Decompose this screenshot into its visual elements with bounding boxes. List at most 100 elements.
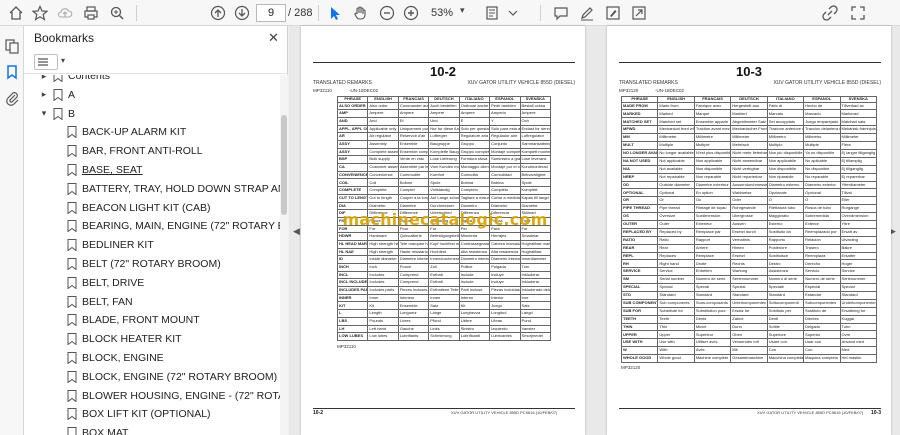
table-cell: Matched set (657, 117, 695, 127)
bookmark-item[interactable]: BASE, SEAT (24, 161, 280, 179)
bookmark-item[interactable]: BELT, FAN (24, 293, 280, 311)
edit-text-icon[interactable] (603, 3, 623, 23)
table-cell: TEETH (620, 314, 659, 324)
bookmark-item[interactable]: BEDLINER KIT (24, 236, 280, 254)
bookmark-item[interactable]: BOX LIFT KIT (OPTIONAL) (24, 405, 280, 423)
bookmark-star-icon[interactable] (30, 3, 50, 23)
bookmarks-panel-icon[interactable] (2, 62, 22, 82)
table-cell: Satz (428, 301, 460, 311)
bookmark-options-button[interactable] (34, 54, 58, 70)
table-cell: Ratio (657, 235, 695, 245)
expand-icon[interactable] (848, 3, 868, 23)
zoom-level-field[interactable]: 53% (431, 4, 453, 22)
table-cell: Markiert (730, 109, 768, 119)
hand-icon[interactable] (350, 3, 370, 23)
header-rule (619, 62, 881, 63)
table-cell: High strength head marked (367, 239, 399, 249)
table-cell: Ampere (458, 109, 491, 118)
bookmark-item[interactable]: ▸ A (24, 86, 280, 104)
table-row: ALSO ORDERAlso orderCommander aussiAuch … (336, 101, 552, 111)
bookmark-label: B (68, 107, 76, 120)
table-cell: STD (620, 290, 659, 300)
table-row: OS Oversize Surdimension Ubergrosse Maggiora… (620, 212, 878, 221)
table-cell: Juego (489, 301, 521, 311)
table-row: CUT TO LENGTHCut to lengthCouper a la lo… (336, 193, 552, 203)
chevron-down-icon[interactable]: ▾ (460, 5, 465, 16)
table-cell: Usare con (766, 338, 805, 348)
page-up-icon[interactable] (208, 3, 228, 23)
pen-icon[interactable] (577, 3, 597, 23)
table-cell: No aplicable (803, 156, 841, 166)
table-cell: Millimeter (730, 133, 768, 143)
bookmark-label: BAR, FRONT ANTI-ROLL (82, 145, 203, 158)
table-row: OPTIONAL Optional En option Wahlweise Opzion… (620, 188, 878, 198)
table-cell: Smorjmedel (519, 332, 552, 341)
bookmark-item[interactable]: BEARING, MAIN, ENGINE (72" ROTARY BROOM) (24, 217, 280, 235)
bookmark-item[interactable]: BATTERY, TRAY, HOLD DOWN STRAP AND - CAB… (24, 180, 280, 198)
bookmark-item[interactable]: ▸ Contents (24, 75, 280, 85)
bookmark-item[interactable]: ▾ B (24, 105, 280, 123)
table-row: OR Or Ou Oder O O Eller (620, 196, 878, 206)
upload-icon[interactable] (55, 3, 75, 23)
table-cell: Right hand (657, 259, 695, 269)
table-cell: Entretien (693, 267, 732, 277)
select-cursor-icon[interactable] (325, 3, 345, 23)
table-cell: Completo (458, 186, 491, 195)
table-cell: Ensemble (397, 140, 430, 149)
table-cell: Outer (657, 219, 695, 229)
bookmark-item[interactable]: BLOCK HEATER KIT (24, 330, 280, 348)
table-row: LOW LUBES Low lubes Lubrifiants Schmierung L… (336, 332, 552, 341)
page-thumbnails-icon[interactable] (2, 36, 22, 56)
page-down-icon[interactable] (232, 3, 252, 23)
table-cell: Oversize (657, 212, 695, 221)
table-cell: Solo para esta aplicacion (489, 124, 521, 134)
link-icon[interactable] (820, 3, 840, 23)
table-row: USE WITH Use with Utiliser avec Verwenden m… (620, 338, 878, 348)
scrollbar-thumb[interactable] (281, 115, 287, 215)
chevron-down-icon[interactable]: ▾ (61, 56, 65, 65)
figure-code-suffix: -UN-18DEC02 (349, 88, 379, 93)
document-viewport[interactable]: ◀ ▶ 10-2 TRANSLATED REMARKS XUV GATOR UTIL… (289, 26, 900, 435)
share-icon[interactable] (629, 3, 649, 23)
table-cell: Applicable only (367, 124, 399, 134)
bookmark-item[interactable]: BELT, DRIVE (24, 274, 280, 292)
attachments-icon[interactable] (2, 88, 22, 108)
page-fit-icon[interactable] (482, 3, 502, 23)
table-cell: Length (367, 309, 399, 318)
table-cell: Low lubes (367, 332, 399, 341)
bookmark-item[interactable]: BLOWER HOUSING, ENGINE - (72" ROTARY BRO… (24, 387, 280, 405)
table-cell: Innen (428, 293, 460, 303)
print-icon[interactable] (81, 3, 101, 23)
chevron-right-icon[interactable]: ▸ (38, 75, 50, 82)
table-cell: Ej reparerbar (839, 172, 878, 182)
table-cell: Pounds (367, 316, 399, 326)
table-row: INNER Inner Interieur Innen Interno Interior I… (336, 293, 552, 303)
table-cell: Or (657, 196, 695, 206)
table-cell: Includes (367, 270, 399, 280)
bookmark-item[interactable]: BLOCK, ENGINE (24, 349, 280, 367)
table-cell: Remplace par (693, 227, 732, 237)
comment-icon[interactable] (551, 3, 571, 23)
bookmark-item[interactable]: BLOCK, ENGINE (72" ROTARY BROOM) (24, 368, 280, 386)
bookmark-item[interactable]: BOX MAT (24, 424, 280, 435)
bookmark-item[interactable]: BEACON LIGHT KIT (CAB) (24, 199, 280, 217)
page-number-input[interactable]: 9 (256, 4, 286, 22)
zoom-out-icon[interactable] (377, 3, 397, 23)
home-icon[interactable] (6, 3, 26, 23)
bookmarks-scrollbar[interactable] (280, 75, 288, 435)
chevron-right-icon[interactable]: ▸ (38, 89, 50, 100)
table-cell: Replaced by (657, 227, 695, 237)
table-cell: Longueur (397, 309, 430, 318)
table-row: MATCHED SET Matched set Ensemble apparie Ab… (620, 117, 878, 127)
table-cell: Mechanischer Frontantrieb (730, 125, 768, 135)
bookmark-item[interactable]: BACK-UP ALARM KIT (24, 123, 280, 141)
search-zoom-icon[interactable] (107, 3, 127, 23)
bookmark-item[interactable]: BELT (72" ROTARY BROOM) (24, 255, 280, 273)
bookmark-item[interactable]: BAR, FRONT ANTI-ROLL (24, 142, 280, 160)
previous-page-arrow-icon[interactable]: ◀ (293, 226, 300, 237)
zoom-in-icon[interactable] (401, 3, 421, 23)
close-icon[interactable]: ✕ (268, 30, 279, 46)
chevron-down-icon[interactable]: ▾ (38, 108, 50, 119)
page-fit-options-icon[interactable] (503, 3, 523, 23)
bookmark-item[interactable]: BLADE, FRONT MOUNT (24, 311, 280, 329)
